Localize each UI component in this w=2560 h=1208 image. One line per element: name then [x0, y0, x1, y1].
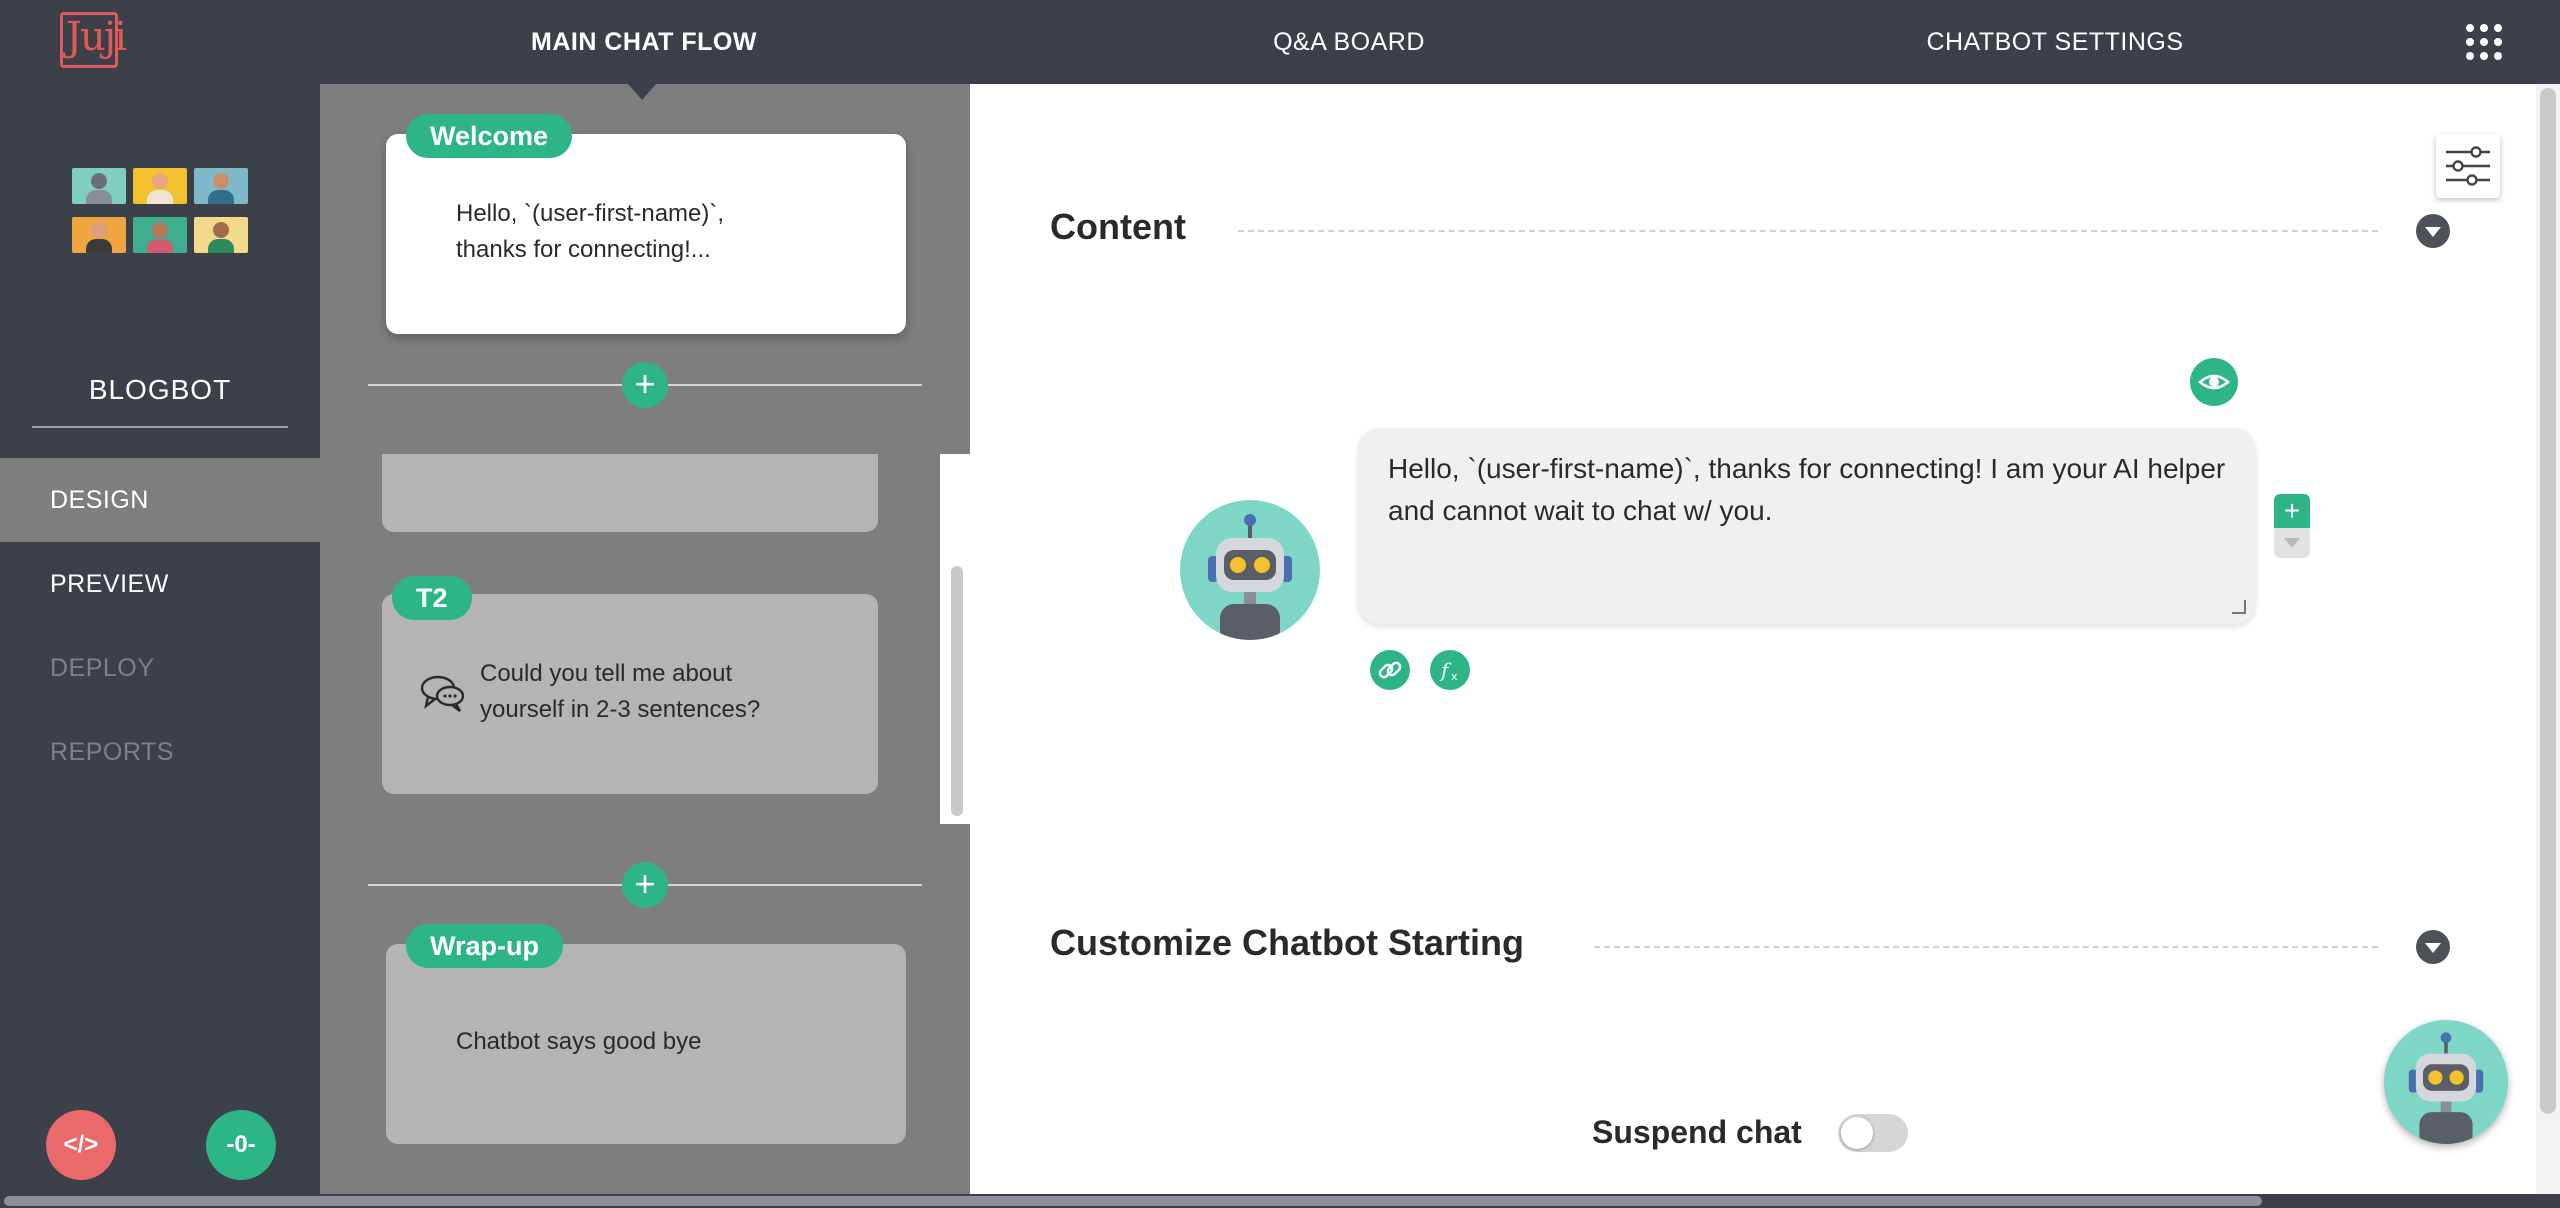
chat-flow-panel: Hello, `(user-first-name)`, thanks for c…	[320, 84, 970, 1194]
tab-chatbot-settings[interactable]: CHATBOT SETTINGS	[1900, 0, 2210, 84]
message-stepper[interactable]: +	[2274, 494, 2310, 564]
active-tab-caret	[628, 84, 656, 100]
avatar-person	[194, 168, 248, 204]
sidebar-item-design[interactable]: DESIGN	[0, 458, 320, 542]
editor-scrollbar-thumb[interactable]	[2540, 88, 2556, 1114]
chat-bubbles-icon	[420, 675, 465, 712]
flow-scrollbar-thumb[interactable]	[951, 566, 963, 816]
sidebar-item-reports[interactable]: REPORTS	[0, 710, 320, 794]
sliders-icon	[2446, 146, 2490, 186]
flow-card-text: Chatbot says good bye	[456, 1028, 702, 1055]
tab-main-chat-flow[interactable]: MAIN CHAT FLOW	[512, 0, 776, 84]
add-message-button[interactable]: +	[2274, 494, 2310, 528]
suspend-chat-toggle[interactable]	[1838, 1114, 1908, 1152]
robot-icon	[1208, 514, 1292, 640]
insert-function-button[interactable]: f x	[1430, 650, 1470, 690]
chatbot-avatar	[1180, 500, 1320, 640]
eye-icon	[2198, 374, 2230, 390]
message-text: Hello, `(user-first-name)`, thanks for c…	[1388, 453, 2226, 526]
avatar-person	[72, 217, 126, 253]
tab-qa-board[interactable]: Q&A BOARD	[1214, 0, 1484, 84]
customize-section-title: Customize Chatbot Starting	[1050, 922, 1524, 963]
link-icon	[1378, 661, 1402, 679]
sidebar-item-preview[interactable]: PREVIEW	[0, 542, 320, 626]
flow-card-t2[interactable]: Could you tell me about yourself in 2-3 …	[382, 594, 878, 794]
section-divider	[1238, 230, 2378, 232]
svg-text:x: x	[1451, 670, 1458, 683]
horizontal-scrollbar-thumb[interactable]	[4, 1196, 2262, 1206]
top-nav-bar: Juji MAIN CHAT FLOW Q&A BOARD CHATBOT SE…	[0, 0, 2560, 84]
move-down-button[interactable]	[2274, 528, 2310, 558]
sidebar-item-deploy[interactable]: DEPLOY	[0, 626, 320, 710]
avatar-robot	[72, 168, 126, 204]
collapse-customize-button[interactable]	[2416, 930, 2450, 964]
bot-name: BLOGBOT	[32, 374, 288, 428]
flow-card-tag: Wrap-up	[406, 924, 563, 968]
flow-card-tag: T2	[392, 576, 472, 620]
flow-card-wrapup[interactable]: Chatbot says good bye	[386, 944, 906, 1144]
collapse-content-button[interactable]	[2416, 214, 2450, 248]
avatar-person	[133, 168, 187, 204]
embed-code-button[interactable]: </>	[46, 1110, 116, 1180]
message-textarea[interactable]: Hello, `(user-first-name)`, thanks for c…	[1358, 428, 2256, 624]
counter-button[interactable]: -0-	[206, 1110, 276, 1180]
robot-icon	[2408, 1032, 2484, 1144]
flow-card-tag: Welcome	[406, 114, 573, 158]
content-section-title: Content	[1050, 206, 1186, 247]
toggle-knob	[1841, 1117, 1873, 1149]
juji-logo[interactable]: Juji	[56, 8, 127, 70]
suspend-chat-label: Suspend chat	[1592, 1114, 1802, 1150]
flow-card-text: Could you tell me about yourself in 2-3 …	[480, 660, 761, 723]
flow-card-partial[interactable]	[382, 454, 878, 532]
chat-launcher-button[interactable]	[2384, 1020, 2508, 1144]
left-sidebar: BLOGBOT DESIGN PREVIEW DEPLOY REPORTS </…	[0, 84, 320, 1208]
preview-eye-button[interactable]	[2190, 358, 2238, 406]
add-topic-button[interactable]: +	[622, 862, 668, 908]
editor-panel	[970, 84, 2560, 1194]
function-icon: f x	[1439, 658, 1458, 683]
flow-card-text: Hello, `(user-first-name)`, thanks for c…	[456, 200, 725, 263]
logo-text: Juji	[66, 14, 127, 60]
resize-handle[interactable]	[2232, 600, 2246, 614]
section-divider	[1594, 946, 2378, 948]
add-topic-button[interactable]: +	[622, 362, 668, 408]
bot-avatar-collage	[72, 168, 248, 258]
insert-link-button[interactable]	[1370, 650, 1410, 690]
flow-card-welcome[interactable]: Hello, `(user-first-name)`, thanks for c…	[386, 134, 906, 334]
avatar-person	[194, 217, 248, 253]
settings-sliders-button[interactable]	[2436, 134, 2500, 198]
avatar-person	[133, 217, 187, 253]
grid-dots-icon[interactable]	[2466, 24, 2502, 60]
